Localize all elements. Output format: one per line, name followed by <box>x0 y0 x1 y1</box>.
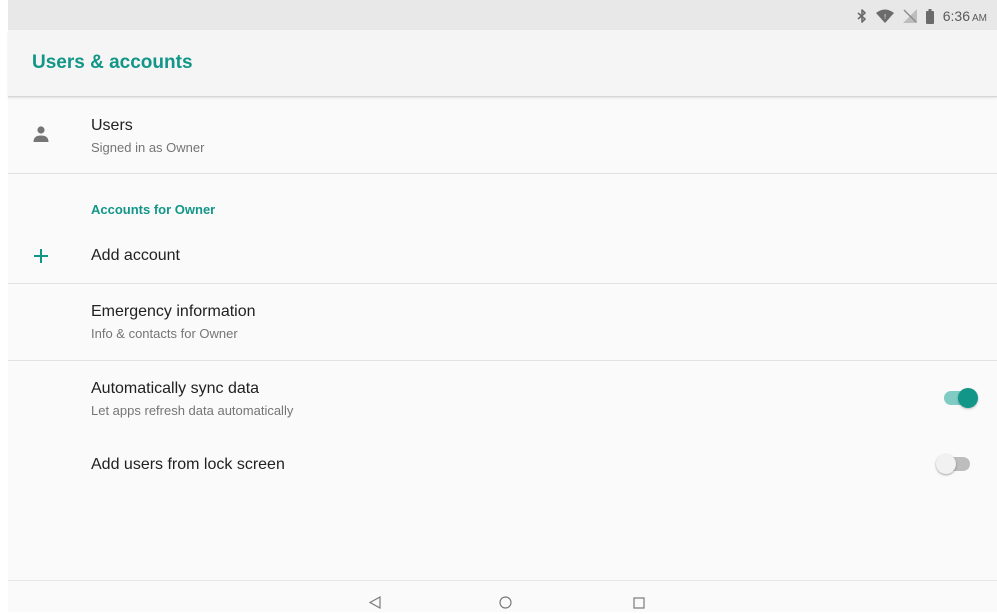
status-bar: ! 6:36 AM <box>8 0 997 30</box>
toggle-thumb <box>958 388 978 408</box>
emergency-subtitle: Info & contacts for Owner <box>91 326 238 341</box>
divider <box>8 173 997 174</box>
settings-screen: ! 6:36 AM Users & accounts Users Signed … <box>8 0 997 612</box>
toggle-thumb <box>936 454 956 474</box>
status-icons: ! 6:36 AM <box>857 7 987 25</box>
app-bar: Users & accounts <box>8 30 997 97</box>
status-clock: 6:36 AM <box>943 8 987 24</box>
bluetooth-icon <box>857 9 867 23</box>
navigation-bar <box>8 580 997 612</box>
lock-screen-users-item[interactable]: Add users from lock screen <box>8 437 997 493</box>
auto-sync-title: Automatically sync data <box>91 380 260 397</box>
auto-sync-item[interactable]: Automatically sync data Let apps refresh… <box>8 361 997 437</box>
auto-sync-subtitle: Let apps refresh data automatically <box>91 403 294 418</box>
users-title: Users <box>91 117 133 134</box>
clock-ampm: AM <box>972 13 987 24</box>
emergency-info-item[interactable]: Emergency information Info & contacts fo… <box>8 284 997 360</box>
auto-sync-toggle[interactable] <box>942 388 978 408</box>
battery-icon <box>925 8 934 24</box>
back-icon[interactable] <box>368 595 381 614</box>
lock-screen-users-title: Add users from lock screen <box>91 456 285 473</box>
page-title: Users & accounts <box>32 52 193 73</box>
wifi-icon: ! <box>875 9 894 23</box>
users-item[interactable]: Users Signed in as Owner <box>8 97 997 173</box>
accounts-section-header: Accounts for Owner <box>91 202 216 217</box>
add-account-label: Add account <box>91 247 180 264</box>
person-icon <box>32 125 50 148</box>
svg-text:!: ! <box>883 13 886 21</box>
users-subtitle: Signed in as Owner <box>91 140 205 155</box>
clock-time: 6:36 <box>942 8 970 24</box>
no-sim-icon <box>902 9 917 23</box>
home-icon[interactable] <box>499 596 512 614</box>
recents-icon[interactable] <box>633 596 645 614</box>
plus-icon <box>33 248 49 269</box>
add-account-item[interactable]: Add account <box>8 230 997 282</box>
lock-screen-users-toggle[interactable] <box>936 454 972 474</box>
emergency-title: Emergency information <box>91 303 256 320</box>
